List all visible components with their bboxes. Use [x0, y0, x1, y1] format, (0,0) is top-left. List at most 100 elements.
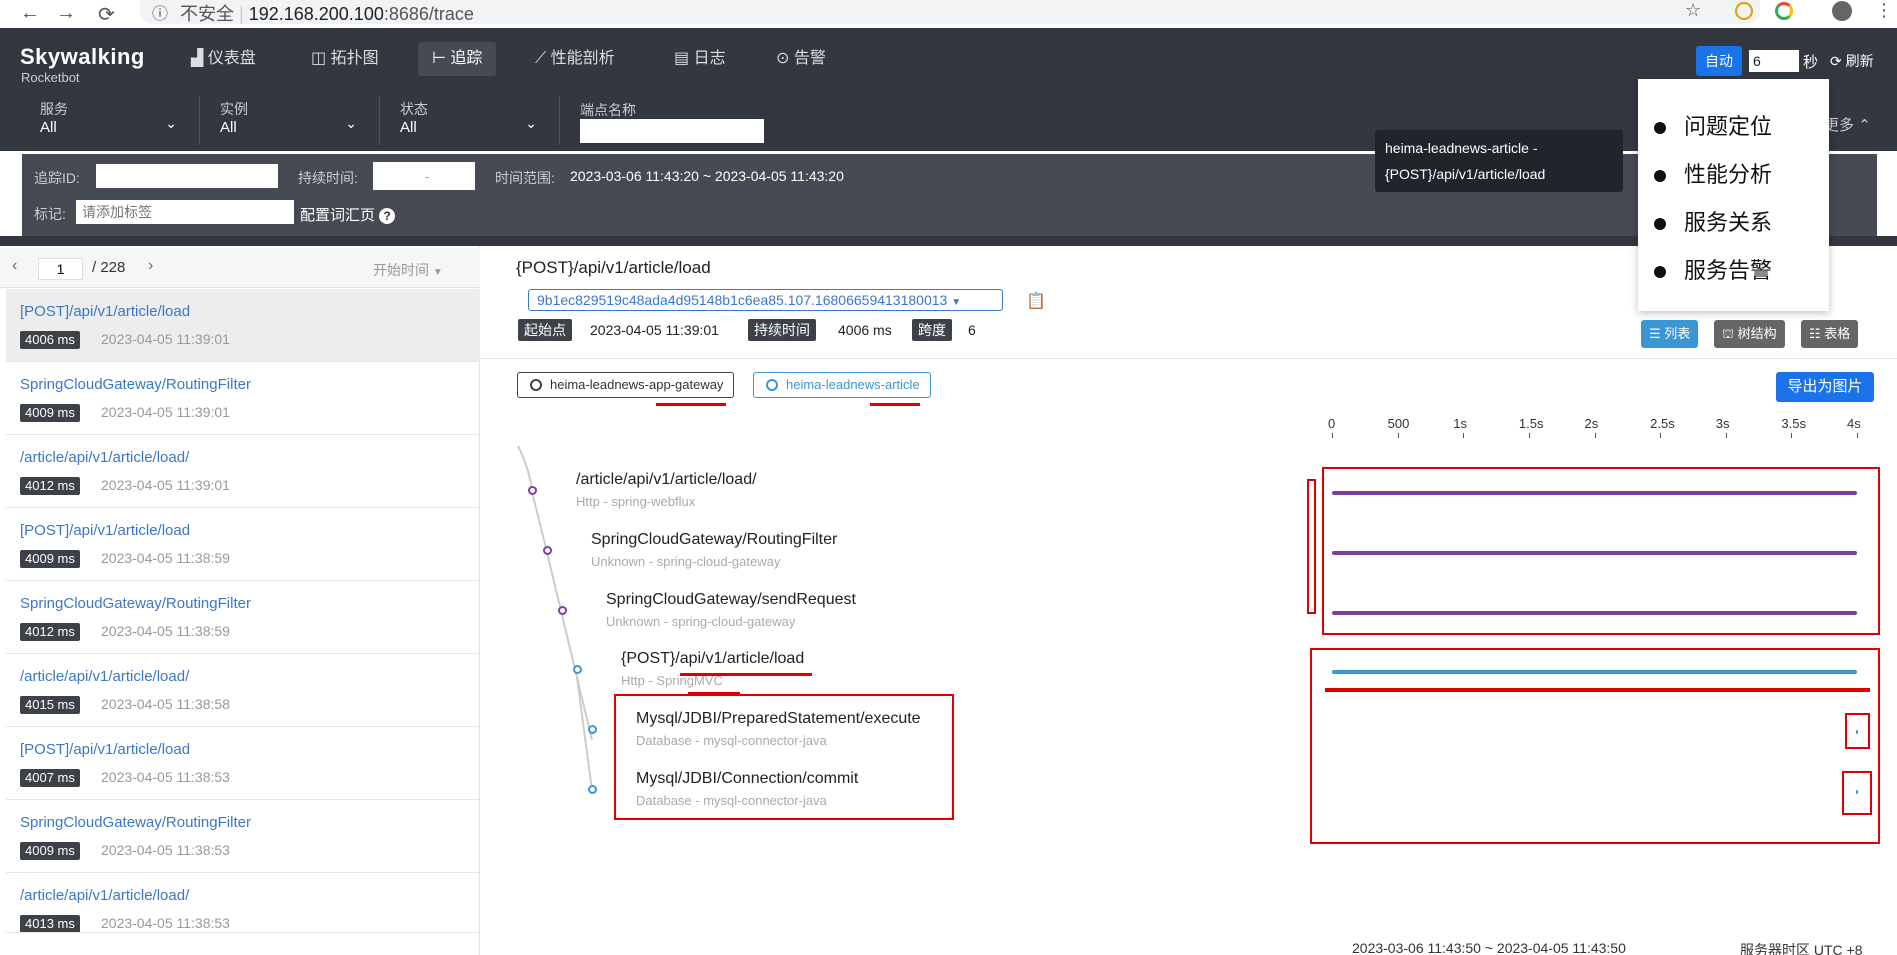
- time-range-label: 时间范围:: [495, 170, 555, 186]
- nav-dashboard[interactable]: ▟ 仪表盘: [177, 42, 270, 76]
- annotation-box: [1310, 648, 1880, 844]
- profile-icon[interactable]: [1832, 1, 1852, 21]
- axis-tick-label: 0: [1328, 416, 1336, 431]
- interval-input[interactable]: [1749, 50, 1799, 72]
- endpoint-input[interactable]: [580, 119, 764, 143]
- axis-tick-label: 1.5s: [1518, 416, 1544, 431]
- config-vocab-link[interactable]: 配置词汇页 ?: [300, 204, 396, 225]
- duration-input[interactable]: -: [373, 162, 475, 190]
- help-icon[interactable]: ?: [379, 208, 396, 224]
- list-item[interactable]: SpringCloudGateway/RoutingFilter 4012 ms…: [6, 581, 480, 654]
- dashboard-icon: ▟: [191, 50, 204, 67]
- duration-value: 4006 ms: [838, 322, 892, 338]
- start-value: 2023-04-05 11:39:01: [590, 322, 719, 338]
- detail-title: {POST}/api/v1/article/load: [516, 258, 711, 277]
- annotation-box: [1322, 467, 1880, 635]
- service-legend-gateway[interactable]: heima-leadnews-app-gateway: [517, 372, 735, 398]
- list-item[interactable]: [POST]/api/v1/article/load 4007 ms 2023-…: [6, 727, 480, 800]
- menu-item-alarm[interactable]: 服务告警: [1654, 253, 1772, 285]
- list-item[interactable]: [POST]/api/v1/article/load 4009 ms 2023-…: [6, 508, 480, 581]
- forward-icon[interactable]: →: [56, 2, 76, 25]
- nav-topology[interactable]: ◫ 拓扑图: [297, 42, 393, 76]
- app-header: Skywalking Rocketbot ▟ 仪表盘 ◫ 拓扑图 ⊢ 追踪 ⟋ …: [0, 28, 1897, 89]
- nav-log[interactable]: ▤ 日志: [660, 42, 740, 76]
- annotation-box: [1842, 771, 1872, 815]
- security-label: 不安全: [180, 4, 234, 24]
- axis-tick-mark: [1791, 433, 1793, 438]
- url-host: 192.168.200.100: [248, 4, 384, 24]
- list-item[interactable]: /article/api/v1/article/load/ 4015 ms 20…: [6, 654, 480, 727]
- clipboard-icon[interactable]: 📋: [1026, 291, 1046, 311]
- instance-select[interactable]: 实例 All ⌄: [200, 95, 380, 145]
- tag-input[interactable]: [76, 200, 294, 224]
- axis-tick-mark: [1594, 433, 1596, 438]
- service-select[interactable]: 服务 All ⌄: [20, 95, 200, 145]
- menu-item-performance[interactable]: 性能分析: [1654, 157, 1772, 189]
- span-name[interactable]: {POST}/api/v1/article/load: [621, 650, 804, 668]
- circle-icon: [530, 379, 542, 391]
- info-icon[interactable]: ⓘ: [152, 0, 168, 24]
- menu-item-relation[interactable]: 服务关系: [1654, 205, 1772, 237]
- list-item[interactable]: SpringCloudGateway/RoutingFilter 4009 ms…: [6, 362, 480, 435]
- menu-item-locate[interactable]: 问题定位: [1654, 109, 1772, 141]
- nav-trace[interactable]: ⊢ 追踪: [418, 42, 497, 76]
- alarm-icon: ⊙: [776, 50, 790, 67]
- span-name[interactable]: SpringCloudGateway/sendRequest: [606, 591, 856, 609]
- nav-profile[interactable]: ⟋ 性能剖析: [521, 42, 629, 76]
- url-path: :8686/trace: [383, 4, 474, 24]
- span-node-icon: [588, 725, 597, 734]
- span-count: 6: [968, 322, 976, 338]
- duration-tag: 持续时间: [748, 319, 816, 341]
- refresh-button[interactable]: ⟳ 刷新: [1830, 51, 1874, 71]
- list-item[interactable]: [POST]/api/v1/article/load 4006 ms 2023-…: [6, 289, 480, 362]
- extension-icon[interactable]: [1735, 2, 1753, 20]
- bullet-icon: [1654, 218, 1666, 231]
- status-select[interactable]: 状态 All ⌄: [380, 95, 560, 145]
- list-item[interactable]: /article/api/v1/article/load/ 4013 ms 20…: [6, 873, 480, 933]
- back-icon[interactable]: ←: [20, 2, 40, 25]
- refresh-icon: ⟳: [1830, 53, 1842, 69]
- chevron-down-icon: ⌄: [165, 115, 177, 131]
- footer-time-range[interactable]: 2023-03-06 11:43:50 ~ 2023-04-05 11:43:5…: [1352, 940, 1626, 955]
- span-name[interactable]: SpringCloudGateway/RoutingFilter: [591, 531, 837, 549]
- service-legend-article[interactable]: heima-leadnews-article: [753, 372, 931, 398]
- auto-refresh-button[interactable]: 自动: [1696, 46, 1742, 76]
- time-range[interactable]: 2023-03-06 11:43:20 ~ 2023-04-05 11:43:2…: [570, 168, 844, 184]
- reload-icon[interactable]: ⟳: [98, 2, 115, 27]
- axis-tick-label: 1s: [1453, 416, 1467, 431]
- list-item[interactable]: /article/api/v1/article/load/ 4012 ms 20…: [6, 435, 480, 508]
- prev-page-icon[interactable]: ‹: [12, 257, 17, 275]
- menu-dots-icon[interactable]: ⋮: [1875, 0, 1893, 21]
- span-node-icon: [573, 665, 582, 674]
- table-view-button[interactable]: ☷ 表格: [1801, 320, 1859, 348]
- trace-id-select[interactable]: 9b1ec829519c48ada4d95148b1c6ea85.107.168…: [528, 289, 1003, 311]
- axis-tick-mark: [1463, 433, 1465, 438]
- header-edge: [0, 236, 1897, 246]
- more-button[interactable]: 更多 ⌃: [1824, 114, 1871, 135]
- next-page-icon[interactable]: ›: [148, 257, 153, 275]
- tree-view-button[interactable]: ⛫ 树结构: [1714, 320, 1785, 348]
- span-name[interactable]: /article/api/v1/article/load/: [576, 471, 757, 489]
- trace-id-label: 追踪ID:: [34, 170, 80, 186]
- bullet-icon: [1654, 122, 1666, 135]
- axis-tick-label: 3s: [1715, 416, 1730, 431]
- sort-icon: ▼: [432, 267, 443, 278]
- span-type: Unknown - spring-cloud-gateway: [606, 614, 796, 629]
- span-node-icon: [588, 785, 597, 794]
- annotation-box: [1845, 713, 1870, 749]
- axis-tick-label: 500: [1387, 416, 1410, 431]
- page-input[interactable]: [38, 258, 83, 280]
- chrome-icon[interactable]: [1775, 2, 1793, 20]
- list-view-button[interactable]: ☰ 列表: [1641, 320, 1699, 348]
- list-icon: ☰: [1649, 326, 1661, 341]
- annotation-underline: [870, 403, 920, 406]
- sort-select[interactable]: 开始时间 ▼: [373, 260, 443, 280]
- star-icon[interactable]: ☆: [1685, 0, 1701, 21]
- export-image-button[interactable]: 导出为图片: [1776, 372, 1874, 402]
- nav-alarm[interactable]: ⊙ 告警: [762, 42, 840, 76]
- trace-id-input[interactable]: [96, 164, 278, 188]
- span-node-icon: [558, 606, 567, 615]
- annotation-box: [1307, 479, 1316, 614]
- list-item[interactable]: SpringCloudGateway/RoutingFilter 4009 ms…: [6, 800, 480, 873]
- span-type: Unknown - spring-cloud-gateway: [591, 554, 781, 569]
